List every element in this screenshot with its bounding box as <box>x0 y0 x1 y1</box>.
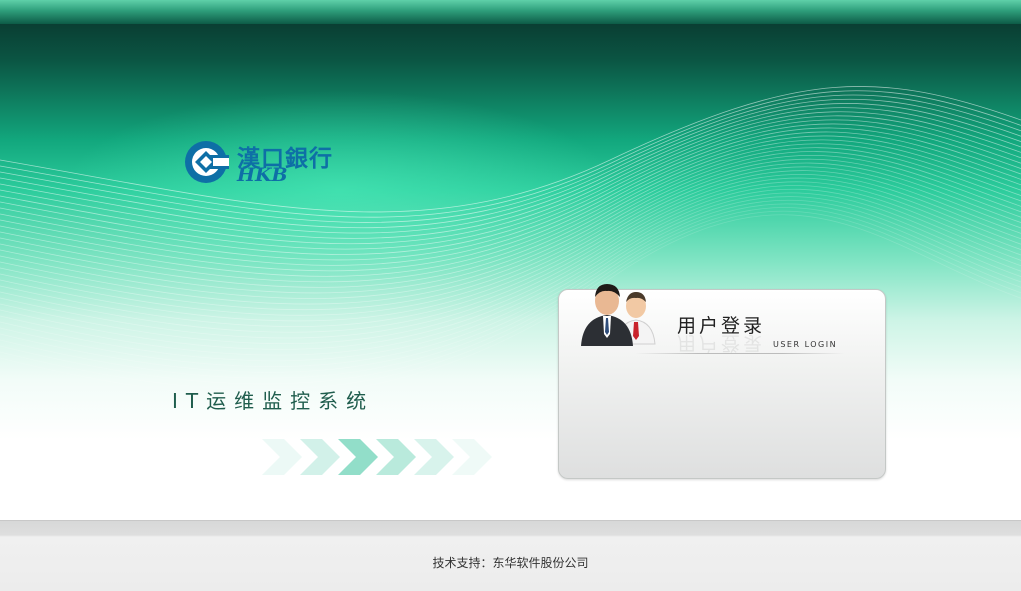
login-subtitle: USER LOGIN <box>773 340 838 349</box>
footer-credit: 技术支持：东华软件股份公司 <box>432 556 589 570</box>
hkb-logo-icon <box>185 141 229 183</box>
footer: 技术支持：东华软件股份公司 <box>0 520 1021 591</box>
brand-name-en: HKB <box>237 164 288 186</box>
brand-logo: 漢口銀行 HKB <box>183 139 343 189</box>
chevron-arrows-icon <box>262 439 492 475</box>
user-group-icon <box>581 284 656 346</box>
header-banner: 漢口銀行 HKB IT运维监控系统 用户登录 用户登录 USER LOGIN <box>0 0 1021 520</box>
login-divider <box>635 353 845 354</box>
system-title: IT运维监控系统 <box>172 389 375 413</box>
login-panel: 用户登录 用户登录 USER LOGIN <box>558 284 886 479</box>
